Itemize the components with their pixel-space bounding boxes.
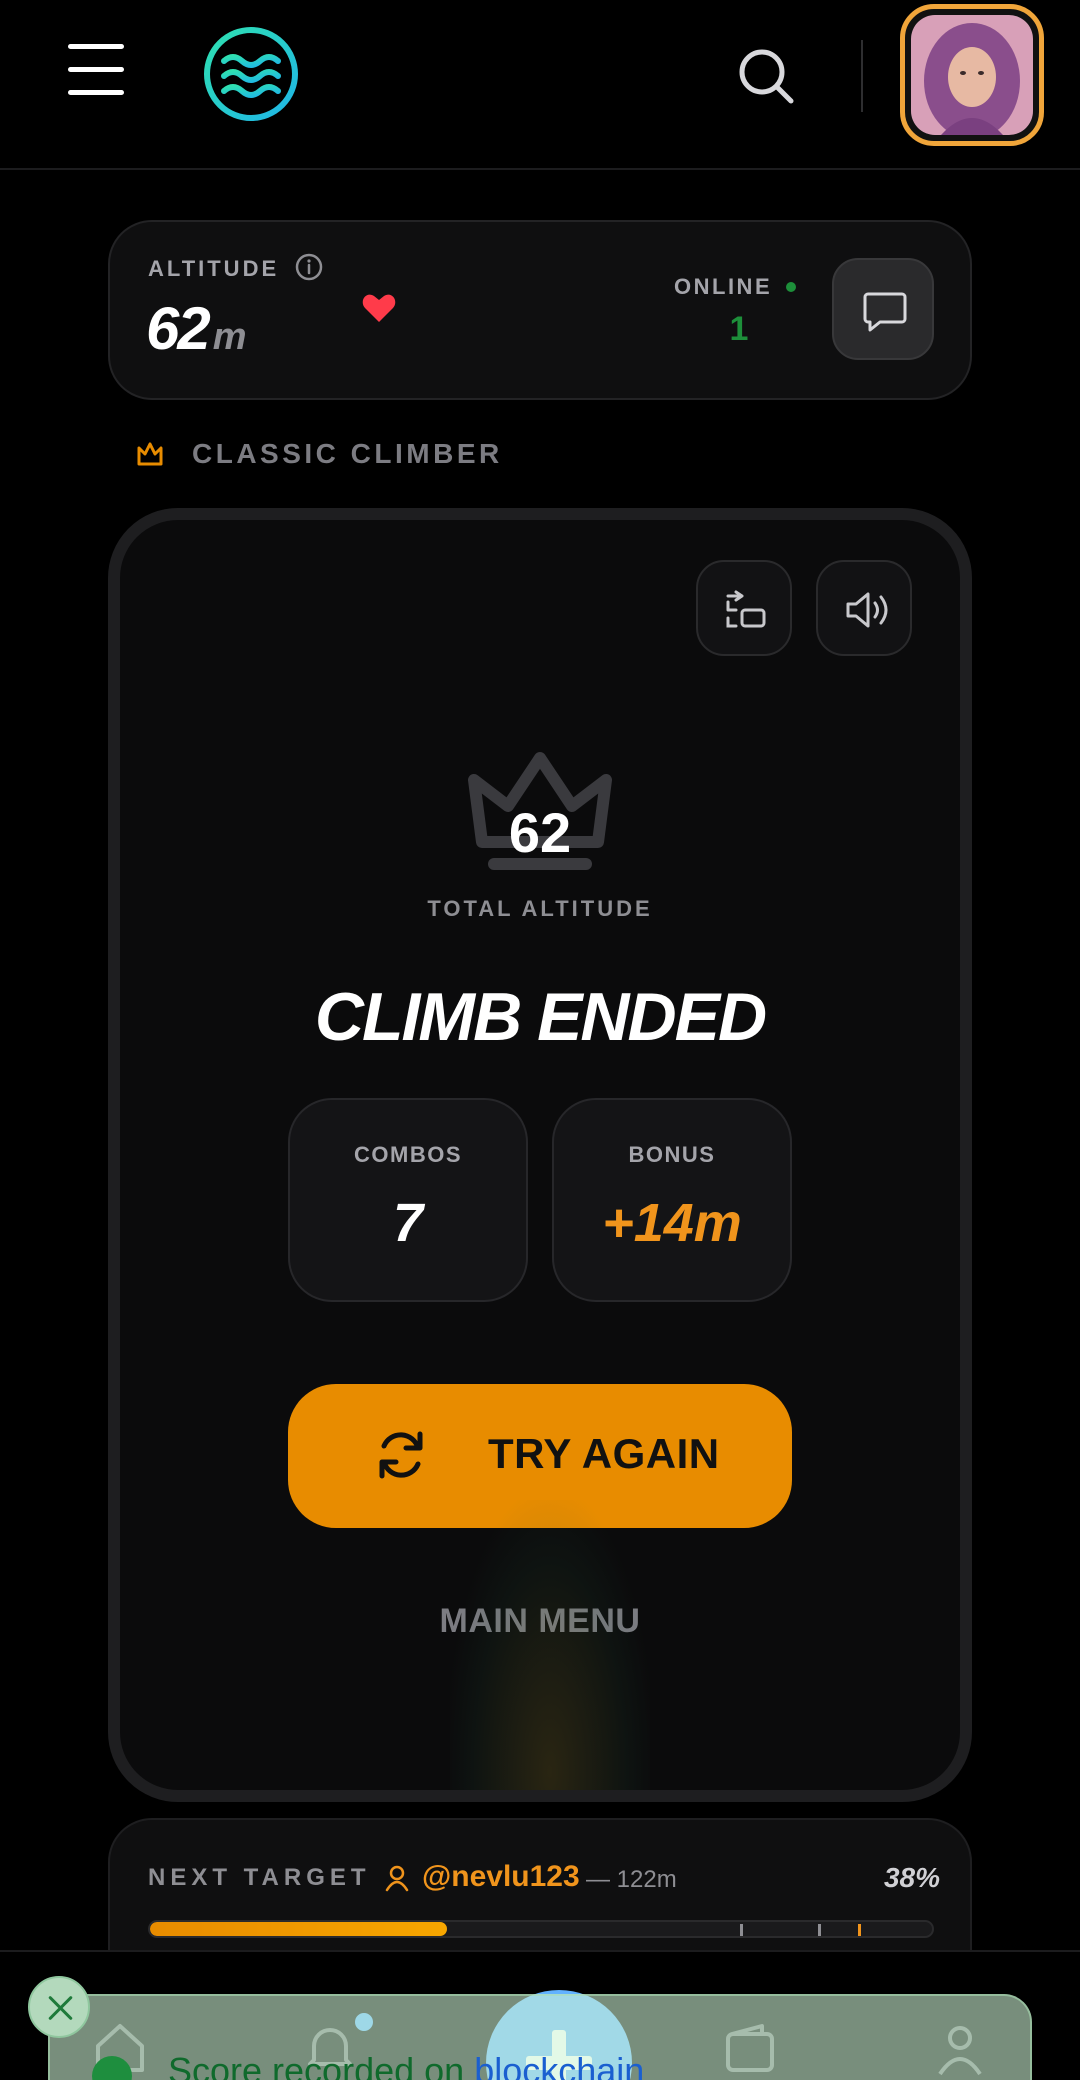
chat-button[interactable] bbox=[832, 258, 934, 360]
top-app-bar bbox=[0, 0, 1080, 170]
progress-tick-marker bbox=[858, 1924, 861, 1936]
volume-icon bbox=[846, 592, 888, 628]
check-icon bbox=[92, 2056, 132, 2080]
online-count: 1 bbox=[729, 310, 749, 348]
progress-tick bbox=[818, 1924, 821, 1936]
blockchain-link[interactable]: blockchain bbox=[474, 2050, 644, 2080]
heart-icon bbox=[362, 294, 396, 322]
total-altitude-label: TOTAL ALTITUDE bbox=[427, 896, 653, 921]
target-percent: 38% bbox=[883, 1862, 940, 1893]
result-title: CLIMB ENDED bbox=[314, 979, 767, 1055]
bonus-label: BONUS bbox=[628, 1142, 716, 1167]
try-again-label: TRY AGAIN bbox=[488, 1430, 720, 1477]
target-distance: — 122m bbox=[586, 1866, 677, 1893]
bonus-value: +14m bbox=[602, 1193, 742, 1253]
waves-logo-icon[interactable] bbox=[202, 25, 300, 123]
screen-mode-button[interactable] bbox=[696, 560, 792, 656]
total-score: 62 bbox=[508, 801, 572, 864]
combos-label: COMBOS bbox=[354, 1142, 462, 1167]
sound-button[interactable] bbox=[816, 560, 912, 656]
toast-close-icon[interactable] bbox=[28, 1976, 90, 2038]
success-toast: Score recorded on blockchain bbox=[48, 1994, 1032, 2080]
game-mode-label: CLASSIC CLIMBER bbox=[192, 438, 503, 469]
toast-text: Score recorded on bbox=[168, 2050, 475, 2080]
altitude-value: 62 m bbox=[146, 294, 247, 363]
switch-screen-icon bbox=[726, 590, 766, 628]
next-target-label: NEXT TARGET bbox=[148, 1864, 371, 1891]
info-icon[interactable] bbox=[294, 252, 324, 282]
altitude-label: ALTITUDE bbox=[148, 256, 280, 281]
hamburger-menu-icon[interactable] bbox=[68, 44, 124, 96]
target-progress-bar bbox=[148, 1920, 934, 1938]
toast-message: Score recorded on blockchain bbox=[168, 2050, 644, 2080]
bonus-stat: BONUS +14m bbox=[552, 1098, 792, 1302]
game-over-card: 62 TOTAL ALTITUDE CLIMB ENDED COMBOS 7 B… bbox=[108, 508, 972, 1802]
combos-stat: COMBOS 7 bbox=[288, 1098, 528, 1302]
user-icon bbox=[385, 1865, 409, 1892]
combos-value: 7 bbox=[392, 1193, 424, 1253]
target-progress-fill bbox=[150, 1922, 448, 1936]
online-label: ONLINE bbox=[674, 274, 773, 299]
progress-tick bbox=[740, 1924, 743, 1936]
altitude-status-card: ALTITUDE 62 m ONLINE 1 bbox=[108, 220, 972, 400]
online-status-dot bbox=[786, 282, 796, 292]
altitude-unit: m bbox=[212, 316, 247, 358]
header-divider bbox=[861, 40, 863, 112]
search-icon[interactable] bbox=[736, 46, 796, 106]
crown-icon bbox=[137, 442, 163, 466]
avatar-photo bbox=[911, 15, 1033, 135]
altitude-number: 62 bbox=[146, 295, 211, 362]
chat-bubble-icon bbox=[863, 292, 907, 332]
main-menu-link[interactable]: MAIN MENU bbox=[120, 1602, 960, 1641]
refresh-icon bbox=[379, 1431, 423, 1479]
user-avatar[interactable] bbox=[900, 4, 1044, 146]
target-username[interactable]: @nevlu123 bbox=[422, 1860, 580, 1894]
try-again-button[interactable]: TRY AGAIN bbox=[288, 1384, 792, 1528]
